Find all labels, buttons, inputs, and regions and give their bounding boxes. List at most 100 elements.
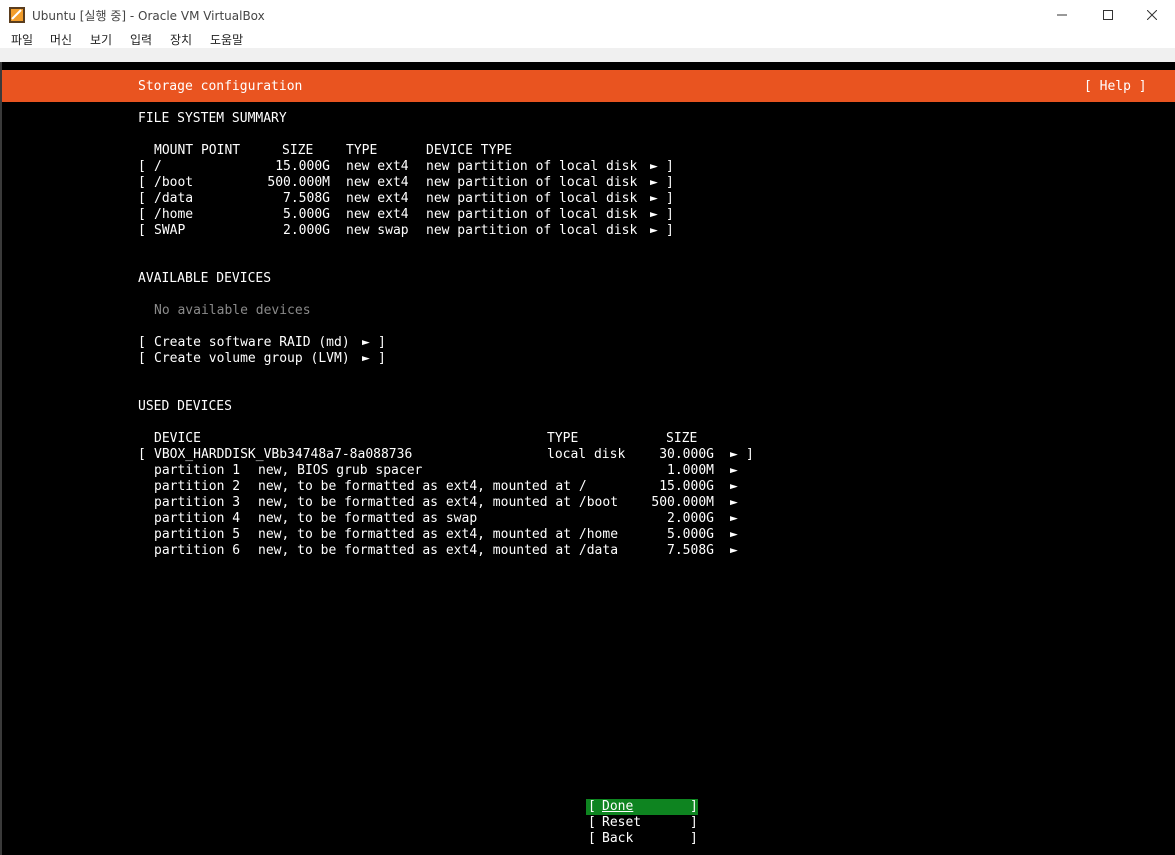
reset-label: Reset — [602, 815, 642, 830]
window-titlebar: Ubuntu [실행 중] - Oracle VM VirtualBox — [0, 0, 1175, 30]
bracket-open: [ — [138, 335, 146, 350]
partition-name: partition 3 — [154, 495, 241, 510]
toolbar-strip — [0, 48, 1175, 62]
partition-size: 5.000G — [667, 527, 714, 542]
partition-desc: new, BIOS grub spacer — [258, 463, 423, 478]
arrow-right-icon: ► — [362, 335, 370, 350]
device-type: new partition of local disk — [426, 191, 638, 206]
bracket-open: [ — [138, 175, 146, 190]
arrow-right-icon: ► — [362, 351, 370, 366]
menu-devices[interactable]: 장치 — [170, 31, 192, 48]
menu-help[interactable]: 도움말 — [210, 31, 243, 48]
fs-type: new ext4 — [346, 175, 409, 190]
partition-desc: new, to be formatted as ext4, mounted at… — [258, 479, 587, 494]
bracket-close: ] — [666, 207, 674, 222]
partition-desc: new, to be formatted as swap — [258, 511, 478, 526]
done-button[interactable]: [ Done ] — [0, 799, 1175, 815]
bracket-close: ] — [666, 159, 674, 174]
fs-summary-row[interactable]: [/data 7.508G new ext4 new partition of loc… — [0, 191, 1175, 207]
col-size: SIZE — [666, 431, 698, 446]
partition-name: partition 1 — [154, 463, 241, 478]
bracket-open: [ — [138, 159, 146, 174]
partition-name: partition 5 — [154, 527, 241, 542]
partition-name: partition 2 — [154, 479, 241, 494]
back-label: Back — [602, 831, 634, 846]
bracket-open: [ — [138, 207, 146, 222]
page-title: Storage configuration — [138, 79, 303, 94]
bracket-close: ] — [690, 831, 698, 846]
used-disk-row[interactable]: [ VBOX_HARDDISK_VBb34748a7-8a088736 loca… — [0, 447, 1175, 463]
bracket-open: [ — [588, 815, 596, 830]
menu-machine[interactable]: 머신 — [50, 31, 72, 48]
partition-row[interactable]: partition 6 new, to be formatted as ext4,… — [0, 543, 1175, 559]
reset-button[interactable]: [ Reset ] — [0, 815, 1175, 831]
fs-summary-row[interactable]: [SWAP 2.000G new swap new partition of loca… — [0, 223, 1175, 239]
bracket-close: ] — [666, 223, 674, 238]
create-raid-label: Create software RAID (md) — [154, 335, 350, 350]
arrow-right-icon: ► — [650, 191, 658, 206]
col-device-type: DEVICE TYPE — [426, 143, 513, 158]
mount-point: /data — [154, 191, 194, 206]
partition-row[interactable]: partition 5 new, to be formatted as ext4,… — [0, 527, 1175, 543]
bracket-close: ] — [378, 351, 386, 366]
partition-desc: new, to be formatted as ext4, mounted at… — [258, 543, 619, 558]
bracket-close: ] — [690, 815, 698, 830]
partition-desc: new, to be formatted as ext4, mounted at… — [258, 527, 619, 542]
partition-name: partition 6 — [154, 543, 241, 558]
close-icon — [1147, 10, 1157, 20]
maximize-button[interactable] — [1085, 0, 1131, 30]
arrow-right-icon: ► — [730, 479, 738, 494]
partition-row[interactable]: partition 3 new, to be formatted as ext4,… — [0, 495, 1175, 511]
device-type: new partition of local disk — [426, 207, 638, 222]
back-button[interactable]: [ Back ] — [0, 831, 1175, 847]
bracket-open: [ — [588, 799, 596, 814]
partition-row[interactable]: partition 4 new, to be formatted as swap 2… — [0, 511, 1175, 527]
fs-summary-header: MOUNT POINT SIZE TYPE DEVICE TYPE — [0, 143, 1175, 159]
partition-desc: new, to be formatted as ext4, mounted at… — [258, 495, 619, 510]
done-label: Done — [602, 799, 634, 814]
col-type: TYPE — [346, 143, 378, 158]
bracket-close: ] — [666, 191, 674, 206]
fs-summary-row[interactable]: [/boot 500.000M new ext4 new partition of l… — [0, 175, 1175, 191]
create-lvm-button[interactable]: [ Create volume group (LVM) ► ] — [0, 351, 1175, 367]
arrow-right-icon: ► — [730, 543, 738, 558]
menu-view[interactable]: 보기 — [90, 31, 112, 48]
disk-name: VBOX_HARDDISK_VBb34748a7-8a088736 — [154, 447, 413, 462]
bracket-open: [ — [138, 191, 146, 206]
menu-file[interactable]: 파일 — [11, 31, 33, 48]
maximize-icon — [1103, 10, 1113, 20]
fs-summary-row[interactable]: [/ 15.000G new ext4 new partition of local … — [0, 159, 1175, 175]
partition-size: 15.000G — [659, 479, 714, 494]
fs-summary-row[interactable]: [/home 5.000G new ext4 new partition of loc… — [0, 207, 1175, 223]
partition-row[interactable]: partition 2 new, to be formatted as ext4,… — [0, 479, 1175, 495]
arrow-right-icon: ► — [650, 175, 658, 190]
used-header: DEVICE TYPE SIZE — [0, 431, 1175, 447]
arrow-right-icon: ► — [650, 223, 658, 238]
partition-row[interactable]: partition 1 new, BIOS grub spacer 1.000M ► — [0, 463, 1175, 479]
partition-size: 1.000M — [667, 463, 714, 478]
partition-size: 7.508G — [667, 543, 714, 558]
arrow-right-icon: ► — [650, 207, 658, 222]
minimize-button[interactable] — [1039, 0, 1085, 30]
size: 7.508G — [283, 191, 330, 206]
menu-input[interactable]: 입력 — [130, 31, 152, 48]
minimize-icon — [1057, 14, 1067, 16]
fs-type: new ext4 — [346, 207, 409, 222]
bracket-close: ] — [690, 799, 698, 814]
menubar: 파일 머신 보기 입력 장치 도움말 — [0, 30, 1175, 48]
bracket-open: [ — [138, 447, 146, 462]
available-heading: AVAILABLE DEVICES — [138, 271, 272, 286]
help-button[interactable]: [ Help ] — [1084, 79, 1147, 95]
create-raid-button[interactable]: [ Create software RAID (md) ► ] — [0, 335, 1175, 351]
bracket-open: [ — [138, 223, 146, 238]
create-lvm-label: Create volume group (LVM) — [154, 351, 350, 366]
partition-size: 500.000M — [651, 495, 714, 510]
close-button[interactable] — [1129, 0, 1175, 30]
disk-size: 30.000G — [659, 447, 714, 462]
fs-summary-heading: FILE SYSTEM SUMMARY — [138, 111, 287, 126]
fs-type: new swap — [346, 223, 409, 238]
col-mount-point: MOUNT POINT — [154, 143, 241, 158]
bracket-open: [ — [138, 351, 146, 366]
virtualbox-app-icon — [9, 7, 25, 23]
col-type: TYPE — [547, 431, 579, 446]
